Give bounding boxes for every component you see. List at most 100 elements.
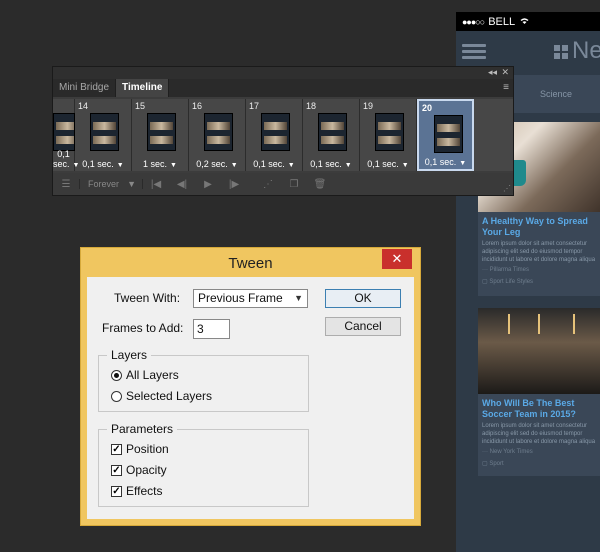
frames-to-add-input[interactable]: 3: [193, 319, 230, 339]
carrier-label: BELL: [488, 15, 516, 28]
layers-legend: Layers: [107, 348, 152, 362]
tween-icon[interactable]: ⋰: [255, 179, 281, 190]
animation-frame[interactable]: 15 1 sec. ▼: [132, 99, 189, 171]
signal-icon: ●●●○○: [462, 16, 485, 27]
checkmark-icon[interactable]: ✓: [111, 464, 122, 476]
panel-tabs: Mini Bridge Timeline ≡: [53, 79, 513, 97]
hamburger-menu-icon[interactable]: [462, 41, 486, 65]
app-logo-text: Ne: [572, 37, 600, 64]
first-frame-icon[interactable]: |◀: [143, 179, 169, 190]
animation-frame[interactable]: 0,1 sec. ▼: [53, 99, 79, 171]
chevron-down-icon: ▼: [401, 162, 409, 169]
card-section: ▢ Sport: [482, 461, 504, 467]
frame-delay[interactable]: 0,1 sec. ▼: [303, 159, 359, 169]
frame-strip: 0,1 sec. ▼ 14 0,1 sec. ▼ 15 1 sec. ▼ 16 0,2…: [53, 99, 513, 171]
resize-grip-icon[interactable]: ⋰: [503, 184, 511, 193]
card-title[interactable]: A Healthy Way to Spread Your Leg: [478, 212, 600, 240]
animation-frame[interactable]: 19 0,1 sec. ▼: [360, 99, 417, 171]
timeline-panel: ◂◂ ✕ Mini Bridge Timeline ≡ 0,1 sec. ▼ 14…: [52, 66, 514, 196]
convert-icon[interactable]: ☰: [53, 179, 79, 190]
chevron-down-icon: ▼: [459, 160, 467, 167]
logo-grid-icon: [554, 45, 568, 59]
card-source: ··· New York Times: [482, 449, 533, 455]
animation-frame[interactable]: 16 0,2 sec. ▼: [189, 99, 246, 171]
card-source: ··· Pillarma Times: [482, 267, 530, 273]
tab-timeline[interactable]: Timeline: [116, 79, 170, 97]
position-checkbox[interactable]: ✓ Position: [111, 442, 169, 456]
frame-delay[interactable]: 0,1 sec. ▼: [53, 149, 79, 169]
selected-layers-radio[interactable]: Selected Layers: [111, 389, 212, 403]
frame-number: 17: [249, 101, 260, 111]
animation-frame[interactable]: 14 0,1 sec. ▼: [75, 99, 132, 171]
collapse-icon[interactable]: ◂◂: [488, 67, 497, 78]
frame-delay[interactable]: 0,1 sec. ▼: [246, 159, 302, 169]
ok-button[interactable]: OK: [325, 289, 401, 308]
panel-menu-icon[interactable]: ≡: [503, 82, 509, 93]
chevron-down-icon: ▼: [127, 179, 136, 189]
frame-delay[interactable]: 1 sec. ▼: [132, 159, 188, 169]
cancel-button[interactable]: Cancel: [325, 317, 401, 336]
opacity-checkbox[interactable]: ✓ Opacity: [111, 463, 167, 477]
tab-science-label: Science: [540, 89, 573, 99]
chevron-down-icon: ▼: [294, 293, 303, 303]
frame-number: 20: [422, 103, 433, 113]
radio-selected-icon[interactable]: [111, 369, 122, 381]
delete-frame-icon[interactable]: 🗑: [307, 179, 333, 190]
chevron-down-icon: ▼: [170, 162, 177, 169]
frame-thumbnail: [375, 113, 404, 151]
frame-delay[interactable]: 0,1 sec. ▼: [75, 159, 131, 169]
card-body: Lorem ipsum dolor sit amet consectetur a…: [482, 423, 596, 445]
timeline-controls: ☰ Forever ▼ |◀ ◀| ▶ |▶ ⋰ ❐ 🗑: [53, 173, 513, 195]
parameters-group: Parameters ✓ Position ✓ Opacity ✓ Effect…: [98, 422, 309, 507]
dialog-title: Tween: [228, 255, 273, 272]
status-bar: ●●●○○ BELL 4:: [456, 12, 600, 31]
card-body: Lorem ipsum dolor sit amet consectetur a…: [482, 241, 596, 263]
animation-frame-selected[interactable]: 20 0,1 sec. ▼: [417, 99, 474, 171]
chevron-down-icon: ▼: [287, 162, 295, 169]
close-icon[interactable]: ✕: [501, 67, 509, 78]
tween-with-select[interactable]: Previous Frame ▼: [193, 289, 308, 308]
frame-number: 16: [192, 101, 203, 111]
tween-dialog: Tween ✕ Tween With: Previous Frame ▼ Fra…: [80, 247, 421, 526]
card-title[interactable]: Who Will Be The Best Soccer Team in 2015…: [478, 394, 600, 422]
frame-thumbnail: [147, 113, 176, 151]
frame-number: 15: [135, 101, 146, 111]
duplicate-frame-icon[interactable]: ❐: [281, 179, 307, 190]
loop-select[interactable]: Forever ▼: [79, 179, 143, 189]
news-card[interactable]: Who Will Be The Best Soccer Team in 2015…: [478, 308, 600, 476]
frame-delay[interactable]: 0,2 sec. ▼: [189, 159, 245, 169]
close-button[interactable]: ✕: [382, 249, 412, 269]
parameters-legend: Parameters: [107, 422, 178, 436]
tab-mini-bridge[interactable]: Mini Bridge: [53, 79, 117, 97]
checkmark-icon[interactable]: ✓: [111, 443, 122, 455]
frame-thumbnail: [434, 115, 463, 153]
frame-delay[interactable]: 0,1 sec. ▼: [360, 159, 416, 169]
chevron-down-icon: ▼: [230, 162, 238, 169]
frames-to-add-label: Frames to Add:: [102, 321, 184, 335]
frame-thumbnail: [261, 113, 290, 151]
card-section: ▢ Sport Life Styles: [482, 279, 534, 285]
prev-frame-icon[interactable]: ◀|: [169, 179, 195, 190]
dialog-titlebar[interactable]: Tween ✕: [81, 248, 420, 278]
card-image: [478, 308, 600, 394]
frame-number: 14: [78, 101, 89, 111]
effects-checkbox[interactable]: ✓ Effects: [111, 484, 162, 498]
frame-thumbnail: [318, 113, 347, 151]
animation-frame[interactable]: 18 0,1 sec. ▼: [303, 99, 360, 171]
frame-delay[interactable]: 0,1 sec. ▼: [419, 157, 472, 167]
tween-with-label: Tween With:: [114, 291, 181, 305]
frame-number: 18: [306, 101, 317, 111]
chevron-down-icon: ▼: [344, 162, 352, 169]
frame-number: 19: [363, 101, 374, 111]
play-icon[interactable]: ▶: [195, 179, 221, 190]
panel-titlebar[interactable]: ◂◂ ✕: [53, 67, 513, 79]
chevron-down-icon: ▼: [116, 162, 124, 169]
wifi-icon: [519, 16, 530, 28]
radio-empty-icon[interactable]: [111, 390, 122, 402]
next-frame-icon[interactable]: |▶: [221, 179, 247, 190]
animation-frame[interactable]: 17 0,1 sec. ▼: [246, 99, 303, 171]
all-layers-radio[interactable]: All Layers: [111, 368, 179, 382]
dialog-body: Tween With: Previous Frame ▼ Frames to A…: [87, 277, 414, 519]
frame-thumbnail: [90, 113, 119, 151]
checkmark-icon[interactable]: ✓: [111, 485, 122, 497]
